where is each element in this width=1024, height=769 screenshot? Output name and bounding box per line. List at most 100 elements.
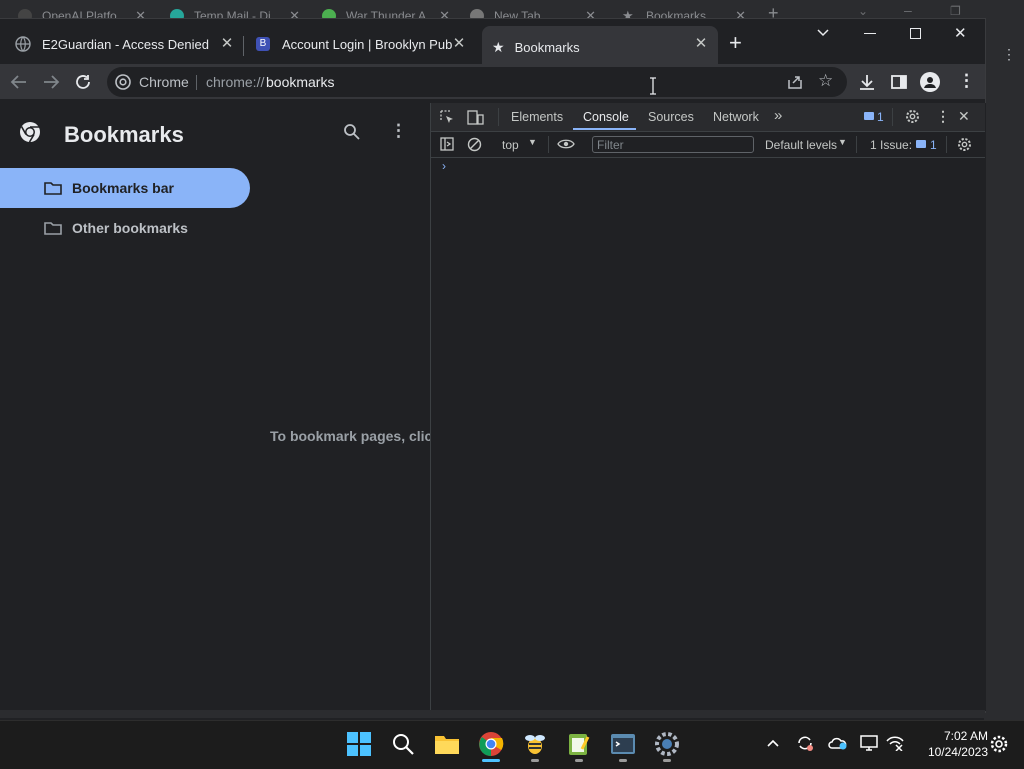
tab-label: Account Login | Brooklyn Public — [282, 36, 452, 52]
console-filter-input[interactable] — [592, 136, 754, 153]
issues-label[interactable]: 1 Issue: — [870, 138, 912, 152]
text-cursor-icon — [650, 77, 656, 95]
url-path[interactable]: bookmarks — [266, 74, 334, 90]
more-actions-icon[interactable]: ⋮ — [390, 121, 407, 141]
window-bottom-edge — [0, 710, 985, 718]
background-window-edge: ⋮ — [984, 0, 1024, 768]
file-explorer-icon[interactable] — [434, 731, 460, 757]
back-icon[interactable] — [10, 74, 28, 90]
new-tab-button[interactable]: + — [729, 30, 742, 56]
tab-account-login[interactable]: B Account Login | Brooklyn Public ✕ — [252, 29, 476, 59]
messages-badge-count[interactable]: 1 — [877, 110, 884, 124]
folder-other-bookmarks[interactable]: Other bookmarks — [0, 208, 250, 248]
sync-icon[interactable] — [796, 734, 814, 752]
dropdown-arrow-icon[interactable]: ▼ — [838, 137, 847, 147]
tab-separator — [243, 36, 244, 56]
console-settings-icon[interactable] — [957, 137, 972, 152]
close-devtools-icon[interactable]: ✕ — [958, 108, 970, 125]
issues-count[interactable]: 1 — [930, 138, 937, 152]
close-window-icon[interactable]: ✕ — [954, 24, 967, 42]
devtools-menu-icon[interactable]: ⋮ — [936, 108, 950, 125]
windows-start-icon[interactable] — [346, 731, 372, 757]
clear-console-icon[interactable] — [467, 137, 482, 152]
inspect-element-icon[interactable] — [440, 110, 455, 125]
chrome-logo-icon — [20, 122, 40, 143]
terminal-window-icon[interactable] — [610, 731, 636, 757]
site-chip-label[interactable]: Chrome — [139, 74, 189, 90]
running-app-indicator — [619, 759, 627, 762]
devtools-tab-elements[interactable]: Elements — [511, 110, 563, 124]
running-app-indicator — [575, 759, 583, 762]
running-app-indicator — [663, 759, 671, 762]
notepad-plus-icon[interactable] — [566, 731, 592, 757]
more-menu-icon[interactable]: ⋮ — [1002, 46, 1016, 63]
devtools-panel — [430, 103, 986, 711]
more-tabs-icon[interactable]: » — [774, 107, 782, 124]
context-selector[interactable]: top — [502, 138, 519, 152]
close-tab-icon[interactable]: ✕ — [692, 35, 710, 53]
notification-settings-icon[interactable] — [990, 735, 1008, 753]
display-monitor-icon[interactable] — [860, 734, 878, 752]
folder-label: Bookmarks bar — [72, 180, 174, 196]
chevron-down-icon[interactable]: ⌄ — [858, 4, 868, 18]
clock-time[interactable]: 7:02 AM — [928, 729, 988, 743]
page-title: Bookmarks — [64, 122, 184, 147]
network-disconnected-icon[interactable] — [886, 735, 904, 751]
download-icon[interactable] — [858, 73, 876, 91]
folder-bookmarks-bar[interactable]: Bookmarks bar — [0, 168, 250, 208]
empty-list-message: To bookmark pages, click — [270, 428, 430, 444]
maximize-icon[interactable] — [910, 28, 921, 39]
omnibox-divider — [196, 75, 197, 90]
live-expression-eye-icon[interactable] — [557, 138, 575, 150]
dropdown-arrow-icon[interactable]: ▼ — [528, 137, 537, 147]
close-tab-icon[interactable]: ✕ — [450, 35, 468, 53]
toolbar-divider — [856, 136, 857, 153]
chrome-taskbar-icon[interactable] — [478, 731, 504, 757]
tab-e2guardian[interactable]: E2Guardian - Access Denied ✕ — [12, 29, 244, 59]
issue-message-icon — [916, 140, 926, 148]
chrome-logo-icon — [115, 74, 131, 90]
globe-icon — [15, 36, 31, 52]
log-levels-dropdown[interactable]: Default levels — [765, 138, 837, 152]
devtools-tab-sources[interactable]: Sources — [648, 110, 694, 124]
toolbar-divider — [548, 136, 549, 153]
minimize-icon[interactable]: – — [904, 2, 912, 18]
active-tab-indicator — [573, 128, 636, 130]
tab-label: E2Guardian - Access Denied — [42, 36, 209, 52]
bee-app-icon[interactable] — [522, 731, 548, 757]
toolbar-divider — [946, 136, 947, 153]
chevron-up-icon[interactable] — [766, 738, 780, 748]
devtools-tab-console[interactable]: Console — [583, 110, 629, 124]
reload-icon[interactable] — [74, 73, 92, 91]
toolbar-divider — [892, 108, 893, 126]
tab-label: Bookmarks — [514, 39, 580, 55]
side-panel-icon[interactable] — [891, 74, 907, 90]
search-icon[interactable] — [390, 731, 416, 757]
profile-avatar[interactable] — [920, 72, 940, 92]
device-toolbar-icon[interactable] — [467, 110, 484, 125]
close-tab-icon[interactable]: ✕ — [218, 35, 236, 53]
onedrive-cloud-icon[interactable] — [828, 735, 848, 751]
console-sidebar-icon[interactable] — [440, 137, 454, 151]
forward-icon[interactable] — [42, 74, 60, 90]
person-icon — [924, 77, 936, 88]
active-app-indicator — [482, 759, 500, 762]
settings-gear-icon[interactable] — [905, 109, 920, 124]
minimize-icon[interactable] — [864, 33, 876, 34]
restore-icon[interactable]: ❐ — [950, 4, 961, 18]
search-icon[interactable] — [343, 123, 360, 140]
devtools-tab-network[interactable]: Network — [713, 110, 759, 124]
folder-icon — [44, 182, 62, 195]
more-menu-icon[interactable]: ⋮ — [958, 71, 975, 91]
message-icon — [864, 112, 874, 120]
tab-bookmarks[interactable]: ★ Bookmarks ✕ — [482, 26, 718, 68]
running-app-indicator — [531, 759, 539, 762]
brooklyn-library-icon: B — [256, 37, 270, 51]
url-scheme[interactable]: chrome:// — [206, 74, 264, 90]
tab-search-chevron-icon[interactable] — [816, 28, 830, 38]
clock-date[interactable]: 10/24/2023 — [912, 745, 988, 759]
console-prompt[interactable]: › — [442, 159, 446, 173]
settings-app-icon[interactable] — [654, 731, 680, 757]
bookmark-star-icon[interactable]: ☆ — [818, 71, 833, 91]
share-icon[interactable] — [786, 74, 804, 90]
